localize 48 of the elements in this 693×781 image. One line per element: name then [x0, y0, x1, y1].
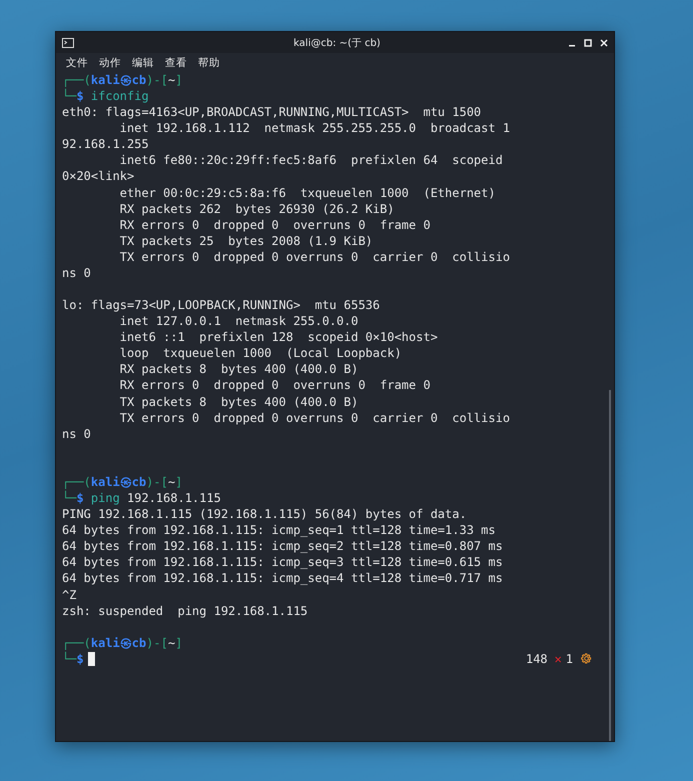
output-line: RX errors 0 dropped 0 overruns 0 frame 0: [118, 377, 430, 394]
output-line: TX packets 8 bytes 400 (400.0 B): [118, 394, 358, 410]
output-line: TX errors 0 dropped 0 overruns 0 carrier 0 collisio: [118, 410, 510, 426]
close-icon[interactable]: [600, 38, 608, 46]
exit-code: 1: [566, 650, 573, 667]
output-line: inet6 ::1 prefixlen 128 scopeid 0×10<host>: [118, 329, 438, 346]
prompt-line: ┌──(kali㉿cb)-[~]: [62, 72, 182, 88]
output-line: 64 bytes from 192.168.1.115: icmp_seq=3 ttl=128 time=0.615 ms: [62, 554, 503, 570]
menu-item[interactable]: 文件: [66, 56, 88, 70]
error-mark: ✕: [554, 650, 562, 667]
output-line: inet6 fe80::20c:29ff:fec5:8af6 prefixlen 64 scopeid: [118, 152, 503, 168]
menu-item[interactable]: 帮助: [198, 56, 220, 70]
output-line: ns 0: [62, 426, 91, 442]
history-number: 148: [526, 650, 548, 667]
output-line: 64 bytes from 192.168.1.115: icmp_seq=2 ttl=128 time=0.807 ms: [62, 538, 503, 554]
output-line: inet 192.168.1.112 netmask 255.255.255.0 broadcast 1: [118, 120, 510, 136]
text-cursor: [88, 652, 95, 666]
gear-icon: [581, 653, 592, 664]
output-line: ns 0: [62, 264, 91, 282]
output-line: ether 00:0c:29:c5:8a:f6 txqueuelen 1000 (Ethernet): [118, 184, 496, 201]
output-line: RX errors 0 dropped 0 overruns 0 frame 0: [118, 216, 430, 233]
output-line: RX packets 8 bytes 400 (400.0 B): [118, 361, 358, 378]
output-line: PING 192.168.1.115 (192.168.1.115) 56(84) bytes of data.: [62, 506, 467, 522]
maximize-icon[interactable]: [584, 38, 592, 46]
output-line: zsh: suspended ping 192.168.1.115: [62, 602, 308, 619]
output-line: 64 bytes from 192.168.1.115: icmp_seq=4 ttl=128 time=0.717 ms: [62, 570, 503, 586]
scrollbar[interactable]: [609, 390, 611, 741]
menu-item[interactable]: 编辑: [132, 56, 154, 70]
prompt-line: └─$ ifconfig: [62, 88, 149, 104]
output-line: lo: flags=73<UP,LOOPBACK,RUNNING> mtu 65536: [62, 297, 380, 314]
output-line: ^Z: [62, 586, 76, 603]
output-line: loop txqueuelen 1000 (Local Loopback): [118, 345, 402, 362]
output-line: 0×20<link>: [62, 168, 134, 185]
window-title: kali@cb: ~(于 cb): [292, 36, 382, 50]
output-line: eth0: flags=4163<UP,BROADCAST,RUNNING,MULTICAST> mtu 1500: [62, 104, 482, 120]
prompt-line: ┌──(kali㉿cb)-[~]: [62, 474, 182, 490]
output-line: 92.168.1.255: [62, 136, 149, 152]
output-line: 64 bytes from 192.168.1.115: icmp_seq=1 ttl=128 time=1.33 ms: [62, 522, 496, 538]
terminal-icon: [62, 38, 74, 48]
output-line: TX errors 0 dropped 0 overruns 0 carrier 0 collisio: [118, 248, 510, 265]
output-line: RX packets 262 bytes 26930 (26.2 KiB): [118, 200, 394, 217]
prompt-line: ┌──(kali㉿cb)-[~]: [62, 634, 182, 651]
menu-item[interactable]: 查看: [165, 56, 187, 70]
menu-item[interactable]: 动作: [99, 56, 121, 70]
prompt-line: └─$: [62, 650, 84, 667]
output-line: TX packets 25 bytes 2008 (1.9 KiB): [118, 232, 373, 249]
prompt-line: └─$ ping 192.168.1.115: [62, 490, 221, 506]
output-line: inet 127.0.0.1 netmask 255.0.0.0: [118, 313, 358, 330]
